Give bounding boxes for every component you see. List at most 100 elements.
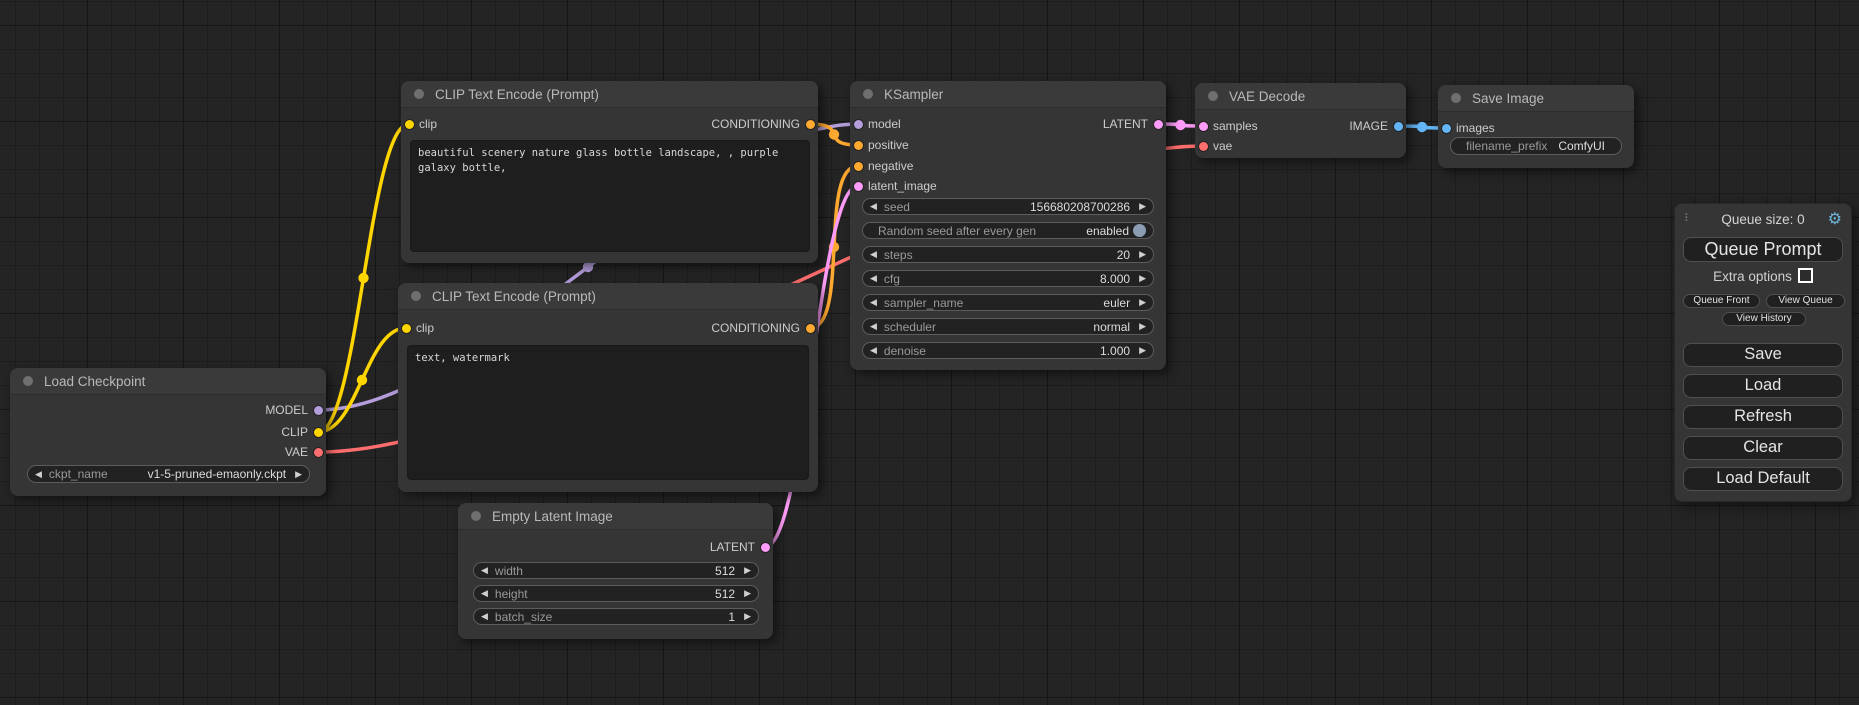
increment-arrow-icon[interactable]: ▶ (744, 589, 751, 598)
decrement-arrow-icon[interactable]: ◀ (870, 202, 877, 211)
widget-value: 156680208700286 (1030, 200, 1139, 214)
refresh-button[interactable]: Refresh (1683, 405, 1843, 429)
samples-input-port[interactable] (1199, 122, 1208, 131)
clear-button[interactable]: Clear (1683, 436, 1843, 460)
port-label: clip (416, 320, 434, 336)
port-label: images (1456, 120, 1495, 136)
VAE-output-port[interactable] (314, 448, 323, 457)
toggle-knob-icon[interactable] (1133, 224, 1146, 237)
clip-input-port[interactable] (405, 120, 414, 129)
vae-input-port[interactable] (1199, 142, 1208, 151)
scheduler-widget[interactable]: ◀ scheduler normal▶ (862, 318, 1154, 335)
clip-text-encode-1-node[interactable]: CLIP Text Encode (Prompt)clipCONDITIONIN… (401, 81, 818, 263)
view-queue-button[interactable]: View Queue (1766, 294, 1845, 308)
sampler_name-widget[interactable]: ◀sampler_nameeuler▶ (862, 294, 1154, 311)
widget-value: normal (1093, 320, 1139, 334)
settings-gear-icon[interactable]: ⚙ (1828, 211, 1842, 229)
CONDITIONING-output-port[interactable] (806, 324, 815, 333)
collapse-dot-icon[interactable] (1451, 93, 1461, 103)
decrement-arrow-icon[interactable]: ◀ (35, 470, 42, 479)
increment-arrow-icon[interactable]: ▶ (1139, 322, 1146, 331)
widget-label: cfg (884, 272, 900, 286)
decrement-arrow-icon[interactable]: ◀ (870, 274, 877, 283)
queue-panel-header: ⠇ Queue size: 0 ⚙ (1675, 210, 1851, 230)
width-widget[interactable]: ◀width512▶ (473, 562, 759, 579)
prompt-textarea[interactable]: beautiful scenery nature glass bottle la… (410, 140, 810, 252)
port-label: CONDITIONING (711, 116, 800, 132)
load-default-button[interactable]: Load Default (1683, 467, 1843, 491)
decrement-arrow-icon[interactable]: ◀ (870, 298, 877, 307)
queue-prompt-button[interactable]: Queue Prompt (1683, 237, 1843, 262)
positive-input-port[interactable] (854, 141, 863, 150)
collapse-dot-icon[interactable] (1208, 91, 1218, 101)
clip-text-encode-2-node[interactable]: CLIP Text Encode (Prompt)clipCONDITIONIN… (398, 283, 818, 492)
negative-input-port[interactable] (854, 162, 863, 171)
images-input-port[interactable] (1442, 124, 1451, 133)
decrement-arrow-icon[interactable]: ◀ (481, 589, 488, 598)
node-title: KSampler (850, 81, 1166, 108)
link-midpoint-dot (583, 262, 593, 272)
model-input-port[interactable] (854, 120, 863, 129)
decrement-arrow-icon[interactable]: ◀ (481, 566, 488, 575)
widget-value: enabled (1086, 224, 1133, 238)
collapse-dot-icon[interactable] (863, 89, 873, 99)
ksampler-node[interactable]: KSamplermodelpositivenegativelatent_imag… (850, 81, 1166, 370)
cfg-widget[interactable]: ◀cfg8.000▶ (862, 270, 1154, 287)
increment-arrow-icon[interactable]: ▶ (744, 612, 751, 621)
port-label: latent_image (868, 178, 937, 194)
port-label: negative (868, 158, 913, 174)
node-title: CLIP Text Encode (Prompt) (398, 283, 818, 310)
extra-options-checkbox[interactable] (1798, 268, 1813, 283)
increment-arrow-icon[interactable]: ▶ (1139, 202, 1146, 211)
clip-input-port[interactable] (402, 324, 411, 333)
LATENT-output-port[interactable] (761, 543, 770, 552)
extra-options-label: Extra options (1713, 269, 1792, 284)
Random seed after every gen-widget[interactable]: Random seed after every genenabled (862, 222, 1154, 239)
vae-decode-node[interactable]: VAE DecodesamplesvaeIMAGE (1195, 83, 1406, 158)
widget-label: height (495, 587, 528, 601)
MODEL-output-port[interactable] (314, 406, 323, 415)
denoise-widget[interactable]: ◀denoise1.000▶ (862, 342, 1154, 359)
widget-label: scheduler (884, 320, 936, 334)
queue-front-button[interactable]: Queue Front (1683, 294, 1760, 308)
ckpt_name-widget[interactable]: ◀ckpt_namev1-5-pruned-emaonly.ckpt▶ (27, 465, 310, 483)
decrement-arrow-icon[interactable]: ◀ (870, 346, 877, 355)
collapse-dot-icon[interactable] (23, 376, 33, 386)
port-label: MODEL (265, 402, 308, 418)
increment-arrow-icon[interactable]: ▶ (295, 470, 302, 479)
increment-arrow-icon[interactable]: ▶ (1139, 274, 1146, 283)
IMAGE-output-port[interactable] (1394, 122, 1403, 131)
widget-label: seed (884, 200, 910, 214)
collapse-dot-icon[interactable] (411, 291, 421, 301)
decrement-arrow-icon[interactable]: ◀ (870, 322, 877, 331)
CLIP-output-port[interactable] (314, 428, 323, 437)
queue-panel: ⠇ Queue size: 0 ⚙ Queue Prompt Extra opt… (1674, 203, 1852, 502)
increment-arrow-icon[interactable]: ▶ (744, 566, 751, 575)
decrement-arrow-icon[interactable]: ◀ (870, 250, 877, 259)
port-label: IMAGE (1349, 118, 1388, 134)
load-checkpoint-node[interactable]: Load CheckpointMODELCLIPVAE◀ckpt_namev1-… (10, 368, 326, 496)
height-widget[interactable]: ◀height512▶ (473, 585, 759, 602)
increment-arrow-icon[interactable]: ▶ (1139, 250, 1146, 259)
increment-arrow-icon[interactable]: ▶ (1139, 346, 1146, 355)
steps-widget[interactable]: ◀steps20▶ (862, 246, 1154, 263)
port-label: LATENT (1103, 116, 1148, 132)
widget-value: 512 (715, 564, 744, 578)
view-history-button[interactable]: View History (1722, 312, 1806, 326)
load-button[interactable]: Load (1683, 374, 1843, 398)
decrement-arrow-icon[interactable]: ◀ (481, 612, 488, 621)
collapse-dot-icon[interactable] (471, 511, 481, 521)
save-button[interactable]: Save (1683, 343, 1843, 367)
seed-widget[interactable]: ◀ seed 156680208700286▶ (862, 198, 1154, 215)
latent_image-input-port[interactable] (854, 182, 863, 191)
save-image-node[interactable]: Save Imageimagesfilename_prefixComfyUI (1438, 85, 1634, 168)
link-midpoint-dot (829, 129, 839, 139)
prompt-textarea[interactable]: text, watermark (407, 345, 809, 480)
filename_prefix-widget[interactable]: filename_prefixComfyUI (1450, 137, 1622, 155)
LATENT-output-port[interactable] (1154, 120, 1163, 129)
collapse-dot-icon[interactable] (414, 89, 424, 99)
batch_size-widget[interactable]: ◀batch_size1▶ (473, 608, 759, 625)
CONDITIONING-output-port[interactable] (806, 120, 815, 129)
empty-latent-image-node[interactable]: Empty Latent ImageLATENT◀width512▶◀heigh… (458, 503, 773, 639)
increment-arrow-icon[interactable]: ▶ (1139, 298, 1146, 307)
